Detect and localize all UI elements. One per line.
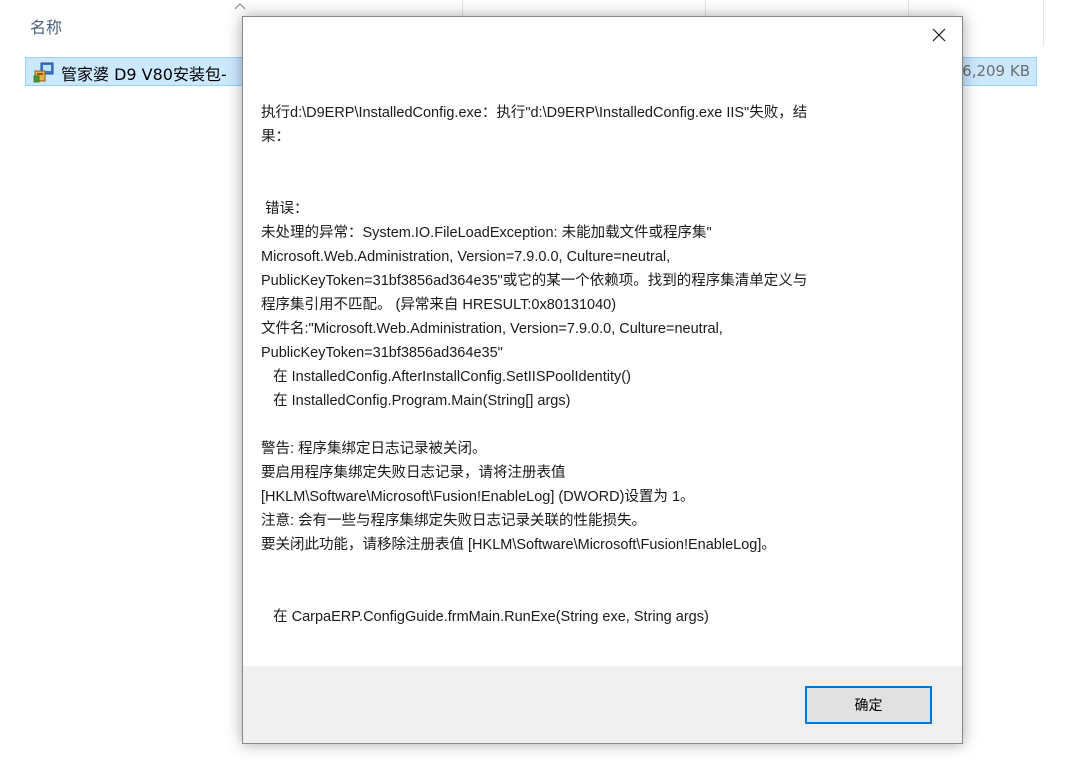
error-dialog: 执行d:\D9ERP\InstalledConfig.exe：执行"d:\D9E… — [242, 16, 963, 744]
message-line: 文件名:"Microsoft.Web.Administration, Versi… — [261, 321, 723, 337]
message-line: 要启用程序集绑定失败日志记录，请将注册表值 — [261, 465, 566, 481]
message-line: 注意: 会有一些与程序集绑定失败日志记录关联的性能损失。 — [261, 513, 647, 529]
message-line: 执行d:\D9ERP\InstalledConfig.exe：执行"d:\D9E… — [261, 105, 808, 121]
message-line: 程序集引用不匹配。 (异常来自 HRESULT:0x80131040) — [261, 297, 617, 313]
message-line: PublicKeyToken=31bf3856ad364e35"或它的某一个依赖… — [261, 273, 808, 289]
message-line: 果： — [261, 129, 290, 145]
message-line: PublicKeyToken=31bf3856ad364e35" — [261, 345, 503, 361]
file-size: 6,209 KB — [962, 62, 1030, 80]
file-name: 管家婆 D9 V80安装包- — [61, 65, 227, 84]
message-line: 在 InstalledConfig.Program.Main(String[] … — [261, 393, 571, 409]
chevron-up-icon — [234, 3, 246, 10]
error-message: 执行d:\D9ERP\InstalledConfig.exe：执行"d:\D9E… — [261, 101, 921, 629]
message-line: 错误： — [261, 201, 309, 217]
message-line: 未处理的异常：System.IO.FileLoadException: 未能加载… — [261, 225, 712, 241]
installer-package-icon — [33, 62, 54, 83]
message-line: [HKLM\Software\Microsoft\Fusion!EnableLo… — [261, 489, 695, 505]
message-line: Microsoft.Web.Administration, Version=7.… — [261, 249, 671, 265]
column-name-label: 名称 — [30, 18, 63, 37]
message-line: 在 InstalledConfig.AfterInstallConfig.Set… — [261, 369, 631, 385]
message-line: 要关闭此功能，请移除注册表值 [HKLM\Software\Microsoft\… — [261, 537, 776, 553]
message-line: 在 CarpaERP.ConfigGuide.frmMain.RunExe(St… — [261, 609, 709, 625]
close-button[interactable] — [916, 17, 962, 53]
dialog-footer: 确定 — [243, 666, 962, 743]
message-line: 警告: 程序集绑定日志记录被关闭。 — [261, 441, 487, 457]
close-icon — [932, 28, 946, 42]
ok-button[interactable]: 确定 — [805, 686, 932, 724]
